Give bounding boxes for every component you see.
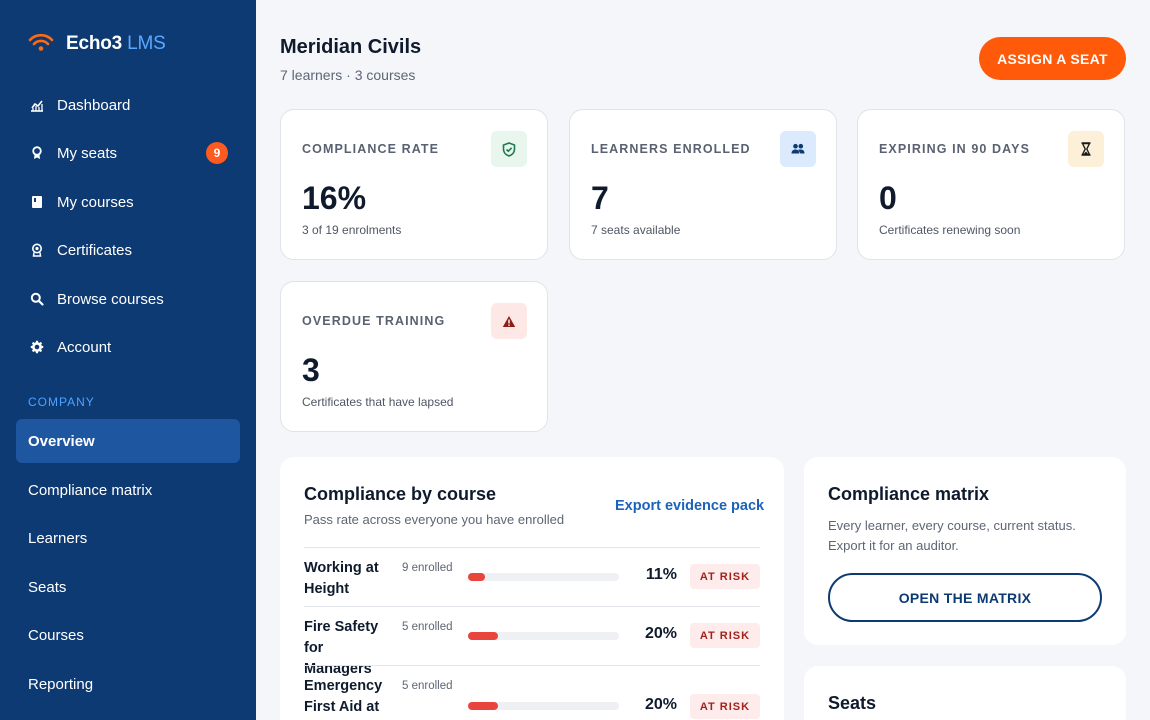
progress-bar	[468, 573, 619, 581]
course-percentage: 20%	[644, 625, 677, 642]
sidebar-item-seats[interactable]: Seats	[16, 565, 240, 609]
page-title: Meridian Civils	[280, 36, 422, 58]
stat-value: 7	[591, 180, 609, 216]
progress-bar	[468, 702, 619, 710]
stat-note: 7 seats available	[591, 223, 681, 237]
warning-icon	[491, 303, 527, 339]
table-row[interactable]: Emergency First Aid at 5 enrolled 20% AT…	[304, 665, 760, 720]
seat-icon	[28, 144, 46, 162]
export-evidence-pack-link[interactable]: Export evidence pack	[615, 498, 764, 514]
table-row[interactable]: Working at Height 9 enrolled 11% AT RISK	[304, 547, 760, 606]
brand-name: Echo3 LMS	[66, 33, 166, 55]
nav-label: My seats	[57, 144, 118, 162]
compliance-matrix-line-2: Export it for an auditor.	[828, 538, 959, 553]
sidebar-item-overview[interactable]: Overview	[16, 419, 240, 463]
progress-fill	[468, 702, 499, 710]
hourglass-icon	[1068, 131, 1104, 167]
stat-label: OVERDUE TRAINING	[302, 314, 446, 328]
brand[interactable]: Echo3 LMS	[28, 30, 166, 58]
progress-fill	[468, 632, 499, 640]
stat-card-learners-enrolled: LEARNERS ENROLLED 7 7 seats available	[569, 109, 837, 260]
status-badge: AT RISK	[690, 564, 760, 589]
course-enrolled: 9 enrolled	[402, 562, 453, 574]
nav-label: Browse courses	[57, 290, 164, 308]
nav-item-dashboard[interactable]: Dashboard	[16, 83, 240, 127]
nav-label: Account	[57, 338, 112, 356]
assign-seat-button[interactable]: ASSIGN A SEAT	[979, 37, 1126, 80]
sidebar: Echo3 LMS Dashboard My seats 9 My course…	[0, 0, 256, 720]
stat-note: Certificates renewing soon	[879, 223, 1021, 237]
stat-value: 3	[302, 352, 320, 388]
nav-label: Certificates	[57, 241, 133, 259]
stat-card-compliance-rate: COMPLIANCE RATE 16% 3 of 19 enrolments	[280, 109, 548, 260]
status-badge: AT RISK	[690, 694, 760, 719]
compliance-by-course-title: Compliance by course	[304, 484, 497, 504]
course-enrolled: 5 enrolled	[402, 621, 453, 633]
nav-item-browse-courses[interactable]: Browse courses	[16, 277, 240, 321]
stat-card-expiring: EXPIRING IN 90 DAYS 0 Certificates renew…	[857, 109, 1125, 260]
stat-label: COMPLIANCE RATE	[302, 142, 440, 156]
book-icon	[28, 193, 46, 211]
award-icon	[28, 241, 46, 259]
progress-bar	[468, 632, 619, 640]
company-section-label: COMPANY	[28, 395, 95, 409]
progress-fill	[468, 573, 485, 581]
table-row[interactable]: Fire Safety for Managers 5 enrolled 20% …	[304, 606, 760, 677]
course-name: Working at Height	[304, 560, 379, 597]
stat-value: 16%	[302, 180, 367, 216]
course-enrolled: 5 enrolled	[402, 680, 453, 692]
sidebar-item-compliance-matrix[interactable]: Compliance matrix	[16, 468, 240, 512]
seats-count-badge: 9	[206, 142, 228, 164]
compliance-matrix-line-1: Every learner, every course, current sta…	[828, 518, 1076, 533]
shield-check-icon	[491, 131, 527, 167]
brand-product: LMS	[127, 33, 166, 54]
stat-note: 3 of 19 enrolments	[302, 223, 402, 237]
stat-note: Certificates that have lapsed	[302, 395, 454, 409]
wifi-icon	[28, 32, 54, 57]
compliance-by-course-subtitle: Pass rate across everyone you have enrol…	[304, 512, 565, 527]
course-percentage: 20%	[644, 696, 677, 713]
brand-name-text: Echo3	[66, 33, 123, 54]
chart-icon	[28, 96, 46, 114]
search-icon	[28, 290, 46, 308]
nav-item-certificates[interactable]: Certificates	[16, 228, 240, 272]
course-percentage: 11%	[645, 566, 677, 583]
sidebar-item-reporting[interactable]: Reporting	[16, 662, 240, 706]
sidebar-item-learners[interactable]: Learners	[16, 516, 240, 560]
stat-label: LEARNERS ENROLLED	[591, 142, 751, 156]
gear-icon	[28, 338, 46, 356]
course-name: Emergency First Aid at	[304, 678, 383, 715]
sidebar-item-courses[interactable]: Courses	[16, 613, 240, 657]
open-matrix-button[interactable]: OPEN THE MATRIX	[828, 573, 1102, 622]
nav-label: Dashboard	[57, 96, 131, 114]
page-subtitle: 7 learners · 3 courses	[280, 67, 416, 83]
nav-item-my-courses[interactable]: My courses	[16, 180, 240, 224]
stat-card-overdue-training: OVERDUE TRAINING 3 Certificates that hav…	[280, 281, 548, 432]
nav-item-account[interactable]: Account	[16, 325, 240, 369]
status-badge: AT RISK	[690, 623, 760, 648]
stat-label: EXPIRING IN 90 DAYS	[879, 142, 1031, 156]
nav-label: My courses	[57, 193, 134, 211]
stat-value: 0	[879, 180, 897, 216]
seats-panel-title: Seats	[828, 693, 877, 713]
nav-item-my-seats[interactable]: My seats 9	[16, 131, 240, 175]
compliance-matrix-title: Compliance matrix	[828, 484, 990, 504]
users-icon	[780, 131, 816, 167]
